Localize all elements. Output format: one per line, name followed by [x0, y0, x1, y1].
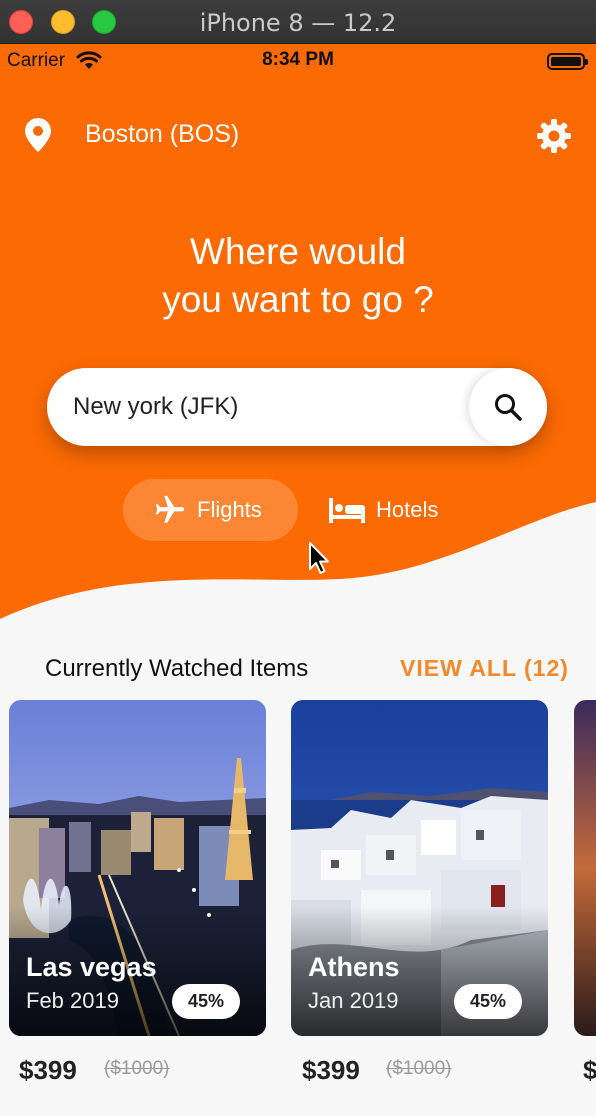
destination-input[interactable]	[73, 388, 453, 426]
airplane-icon	[155, 495, 185, 523]
card-price: $399	[19, 1055, 77, 1085]
card-old-price: ($1000)	[386, 1058, 452, 1079]
watched-card-partial[interactable]	[574, 700, 596, 1036]
card-date: Feb 2019	[26, 988, 119, 1013]
hero-headline: Where would you want to go ?	[0, 228, 596, 324]
status-bar: Carrier 8:34 PM	[0, 44, 596, 80]
current-location[interactable]: Boston (BOS)	[85, 120, 239, 149]
gear-icon[interactable]	[536, 118, 572, 154]
tab-hotels[interactable]: Hotels	[318, 479, 468, 541]
tab-hotels-label: Hotels	[376, 497, 439, 522]
clock: 8:34 PM	[262, 49, 334, 70]
hero-line-1: Where would	[190, 231, 406, 272]
card-price-partial: $	[583, 1055, 596, 1085]
simulator-titlebar: iPhone 8 — 12.2	[0, 0, 596, 44]
window-title: iPhone 8 — 12.2	[199, 9, 397, 37]
search-button[interactable]	[469, 368, 547, 446]
card-old-price: ($1000)	[104, 1058, 170, 1079]
card-city: Las vegas	[26, 952, 157, 982]
hero-line-2: you want to go ?	[162, 279, 434, 320]
partial-card-photo	[574, 700, 596, 1036]
tab-flights-label: Flights	[197, 497, 262, 522]
card-date: Jan 2019	[308, 988, 399, 1013]
destination-search	[47, 368, 547, 446]
view-all-link[interactable]: VIEW ALL (12)	[400, 655, 569, 682]
bed-icon	[329, 498, 365, 523]
discount-badge: 45%	[172, 984, 240, 1019]
card-price: $399	[302, 1055, 360, 1085]
search-icon	[495, 394, 522, 421]
watched-card-las-vegas[interactable]: Las vegas Feb 2019 45%	[9, 700, 266, 1036]
card-city: Athens	[308, 952, 400, 982]
mouse-cursor-icon	[309, 542, 329, 574]
tab-flights[interactable]: Flights	[123, 479, 298, 541]
phone-screen: Carrier 8:34 PM Boston (BOS) Where would…	[0, 44, 596, 1116]
location-pin-icon[interactable]	[24, 117, 52, 153]
watched-section-title: Currently Watched Items	[45, 655, 309, 682]
watched-card-athens[interactable]: Athens Jan 2019 45%	[291, 700, 548, 1036]
discount-badge: 45%	[454, 984, 522, 1019]
battery-icon	[547, 53, 588, 70]
